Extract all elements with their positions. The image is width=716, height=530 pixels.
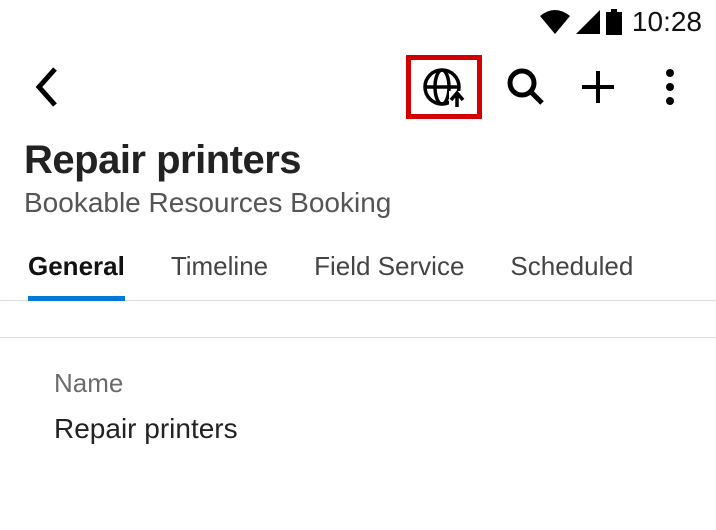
cell-signal-icon [576,10,600,34]
page-subtitle: Bookable Resources Booking [24,187,692,219]
battery-icon [606,9,622,35]
page-header: Repair printers Bookable Resources Booki… [0,130,716,237]
wifi-icon [540,10,570,34]
plus-icon [578,67,618,107]
tab-field-service[interactable]: Field Service [314,237,464,300]
form-list: Name Repair printers [0,301,716,445]
globe-upload-button[interactable] [422,65,466,109]
tab-timeline[interactable]: Timeline [171,237,268,300]
search-button[interactable] [490,55,562,119]
add-button[interactable] [562,55,634,119]
highlighted-action [406,55,482,119]
tabs: General Timeline Field Service Scheduled [0,237,716,301]
field-name-value: Repair printers [54,413,662,445]
app-bar [0,44,716,130]
status-icons [540,9,622,35]
globe-upload-icon [422,65,466,109]
field-name-label: Name [54,368,662,399]
tab-general[interactable]: General [28,237,125,300]
status-bar: 10:28 [0,0,716,44]
more-button[interactable] [634,55,706,119]
page-title: Repair printers [24,138,692,183]
chevron-left-icon [33,67,59,107]
more-vertical-icon [665,67,675,107]
search-icon [506,67,546,107]
back-button[interactable] [10,55,82,119]
status-time: 10:28 [632,6,702,38]
field-name[interactable]: Name Repair printers [0,368,716,445]
tab-scheduled[interactable]: Scheduled [510,237,633,300]
